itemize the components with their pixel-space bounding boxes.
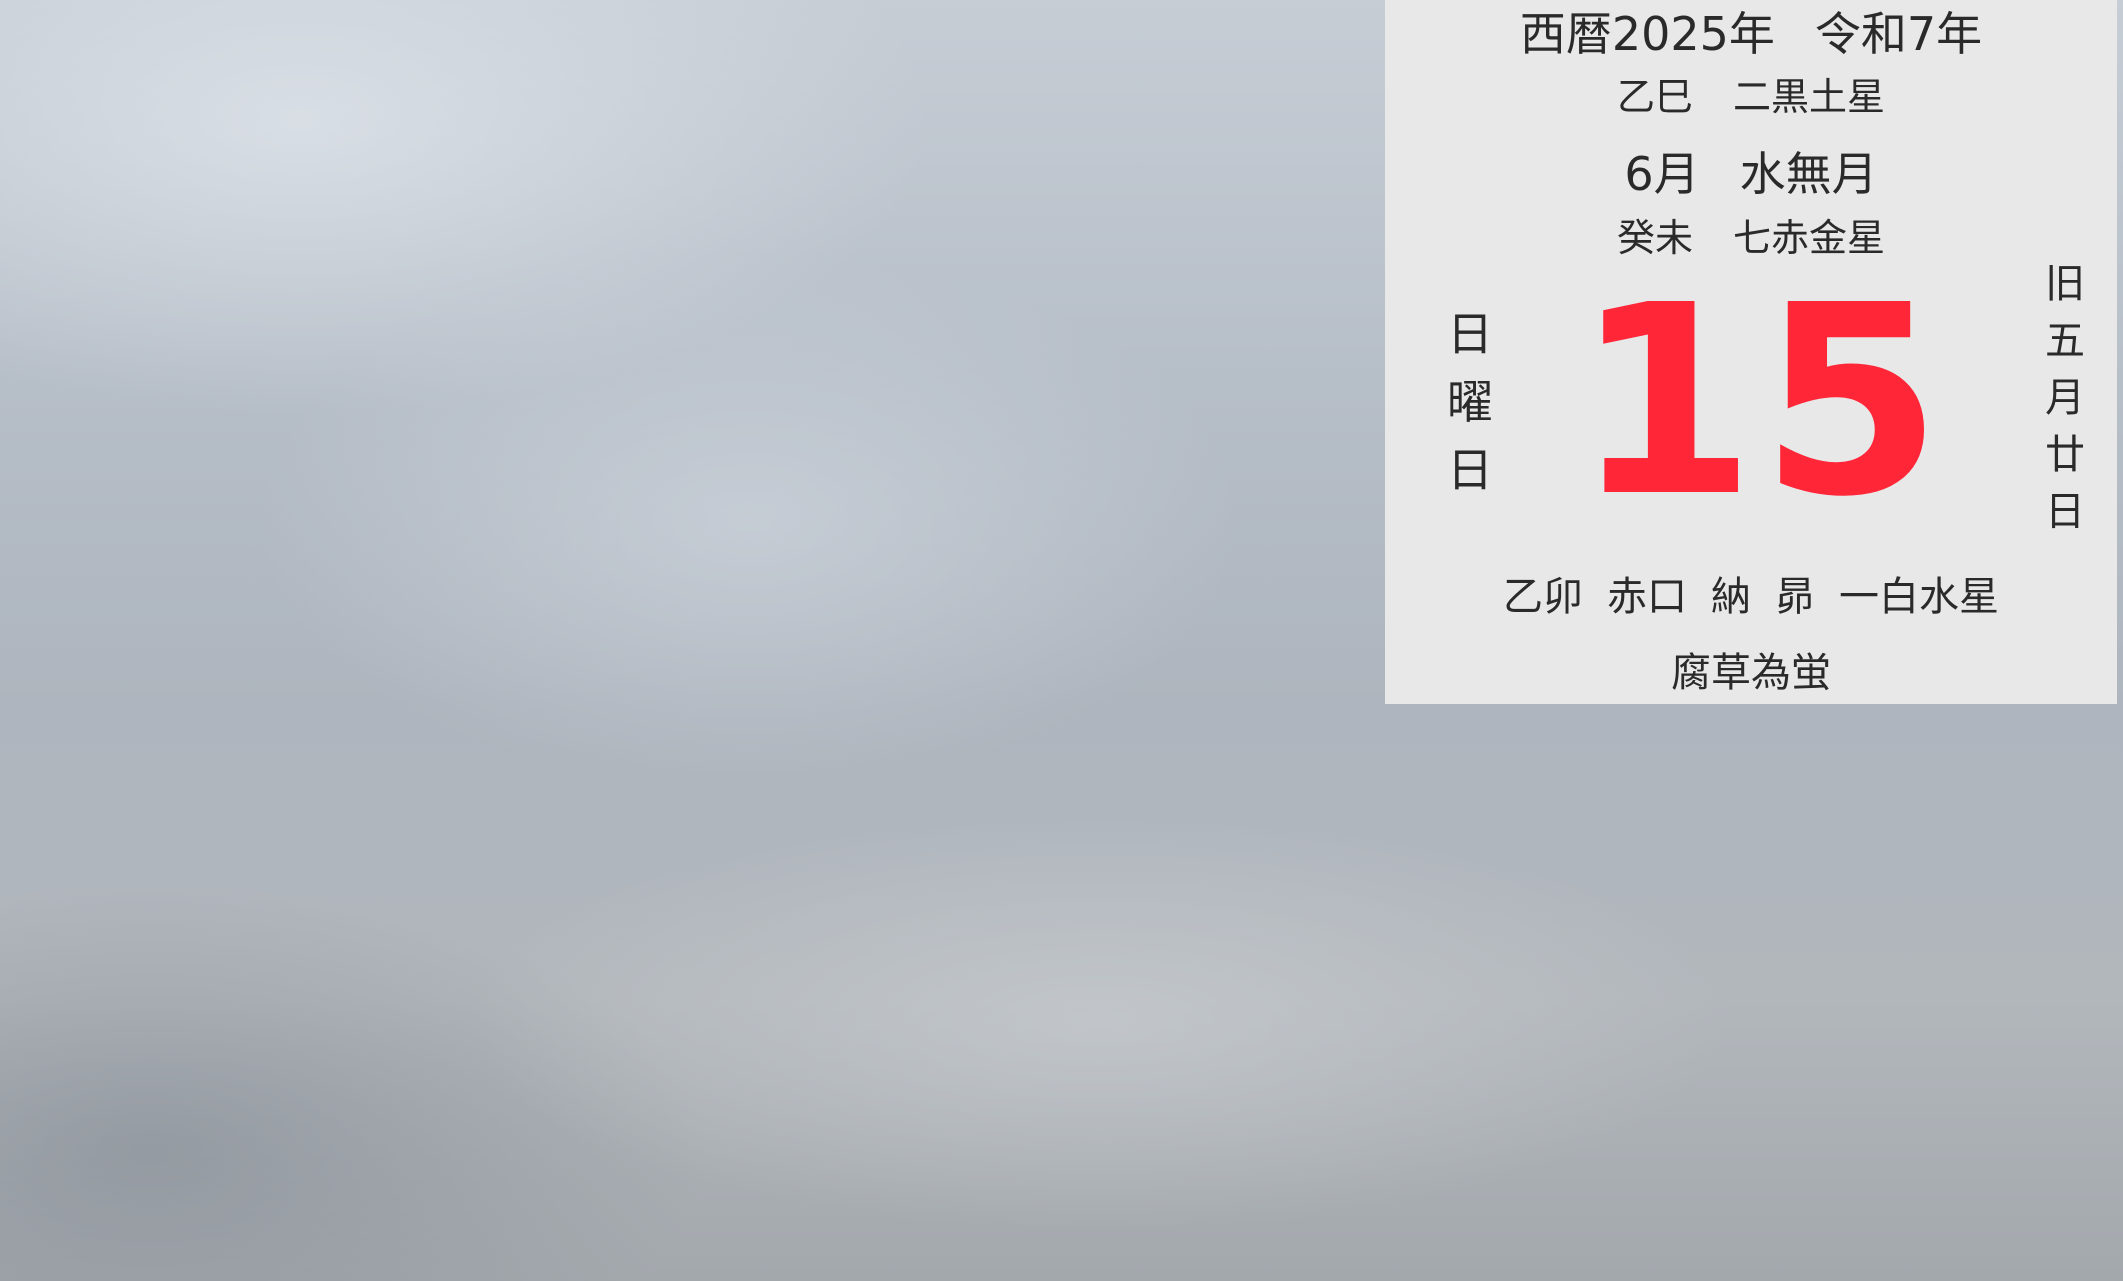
day-star: 一白水星 xyxy=(1839,574,1999,620)
lunar-char: 廿 xyxy=(2045,432,2085,478)
lunar-date-vertical: 旧 五 月 廿 日 xyxy=(2025,256,2105,541)
day-number: 15 xyxy=(1573,249,1947,554)
year-line: 西暦2025年 令和7年 xyxy=(1385,2,2117,66)
month-number: 6月 xyxy=(1624,147,1700,201)
weekday-char: 日 xyxy=(1447,307,1493,361)
japanese-calendar-widget[interactable]: 西暦2025年 令和7年 乙巳 二黒土星 6月 水無月 癸未 七赤金星 日 曜 日 15… xyxy=(1385,0,2117,704)
weekday-vertical: 日 曜 日 xyxy=(1420,300,1520,504)
lunar-char: 月 xyxy=(2045,375,2085,421)
month-name: 水無月 xyxy=(1739,147,1878,201)
lunar-char: 日 xyxy=(2045,489,2085,535)
year-star: 二黒土星 xyxy=(1733,75,1886,119)
juni-choku: 納 xyxy=(1711,574,1751,620)
lunar-char: 旧 xyxy=(2045,261,2085,307)
year-kanshi-line: 乙巳 二黒土星 xyxy=(1385,70,2117,124)
weekday-char: 曜 xyxy=(1447,375,1493,429)
day-info-line: 乙卯 赤口納昴一白水星 xyxy=(1385,568,2117,626)
year-kanshi: 乙巳 xyxy=(1616,75,1693,119)
rokuyo: 赤口 xyxy=(1607,574,1687,620)
western-year: 西暦2025年 xyxy=(1519,7,1775,61)
era-year: 令和7年 xyxy=(1814,7,1983,61)
month-line: 6月 水無月 xyxy=(1385,142,2117,206)
lunar-char: 五 xyxy=(2045,318,2085,364)
nijuhachi-shuku: 昴 xyxy=(1775,574,1815,620)
day-kanshi: 乙卯 xyxy=(1503,574,1583,620)
sekki-kou: 腐草為蛍 xyxy=(1671,650,1831,696)
weekday-char: 日 xyxy=(1447,443,1493,497)
